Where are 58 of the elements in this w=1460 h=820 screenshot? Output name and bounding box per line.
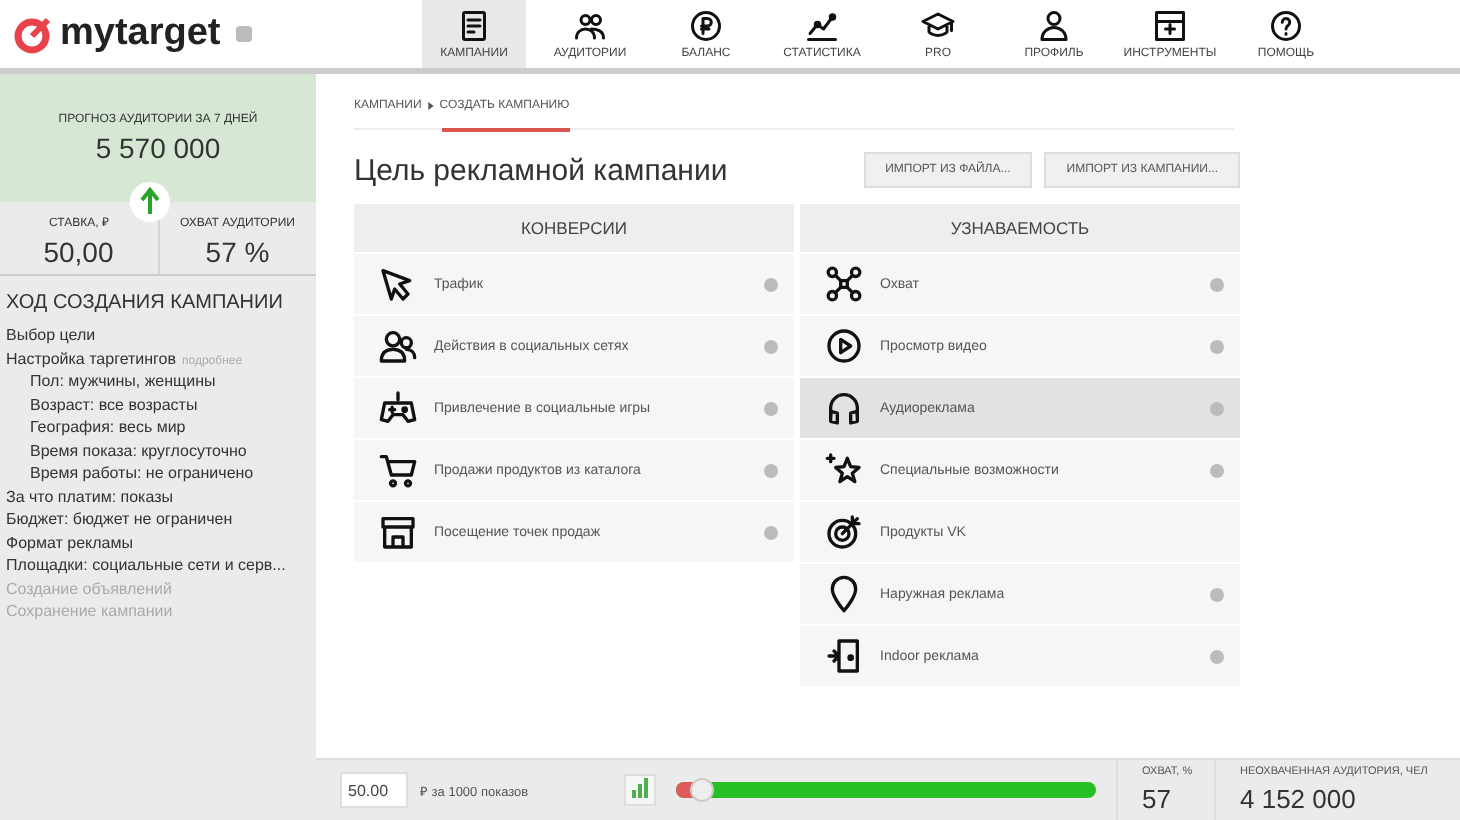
nodes-icon xyxy=(824,264,864,304)
stat-value: 50,00 xyxy=(43,236,114,268)
help-icon[interactable] xyxy=(1210,649,1224,663)
help-icon[interactable] xyxy=(1210,339,1224,353)
tools-icon xyxy=(1152,8,1188,44)
gamepad-icon xyxy=(378,388,418,428)
chart-button[interactable] xyxy=(624,774,656,806)
target-icon xyxy=(824,512,864,552)
progress-step: Время показа: круглосуточно xyxy=(30,441,247,459)
vk-icon xyxy=(236,26,253,42)
progress-step: Возраст: все возрасты xyxy=(30,395,198,413)
slider-thumb[interactable] xyxy=(689,778,714,802)
bid-input[interactable]: 50.00 xyxy=(340,772,408,808)
logo-icon xyxy=(12,14,52,54)
progress-step: Пол: мужчины, женщины xyxy=(30,372,216,390)
headphones-icon xyxy=(824,388,864,428)
help-icon[interactable] xyxy=(764,401,778,415)
triangle-icon xyxy=(427,102,434,110)
progress-step: Выбор цели xyxy=(6,326,96,344)
progress-step: Сохранение кампании xyxy=(6,602,173,620)
progress-step: География: весь мир xyxy=(30,418,186,436)
help-icon[interactable] xyxy=(1210,587,1224,601)
help-icon[interactable] xyxy=(1210,277,1224,291)
people-icon xyxy=(572,8,608,44)
help-icon xyxy=(1268,8,1304,44)
progress-step: Создание объявлений xyxy=(6,579,172,597)
forecast-value: 5 570 000 xyxy=(95,131,221,163)
help-icon[interactable] xyxy=(764,463,778,477)
help-icon[interactable] xyxy=(1210,401,1224,415)
reach-slider[interactable] xyxy=(676,782,1096,798)
logo-text: mytarget xyxy=(60,12,221,56)
person-icon xyxy=(1036,8,1072,44)
store-icon xyxy=(378,512,418,552)
ruble-icon xyxy=(688,8,724,44)
cart-icon xyxy=(378,450,418,490)
social-icon xyxy=(378,326,418,366)
progress-step: Время работы: не ограничено xyxy=(30,464,254,482)
doc-icon xyxy=(456,8,492,44)
help-icon[interactable] xyxy=(764,339,778,353)
door-icon xyxy=(824,636,864,676)
chart-icon xyxy=(804,8,840,44)
help-icon[interactable] xyxy=(1210,463,1224,477)
help-icon[interactable] xyxy=(764,277,778,291)
unreached-value: 4 152 000 xyxy=(1240,784,1358,814)
column-header: КОНВЕРСИИ xyxy=(354,204,794,252)
stat-value: 57 % xyxy=(205,236,270,268)
progress-step: Настройка таргетингов xyxy=(6,349,176,367)
progress-step: Бюджет: бюджет не ограничен xyxy=(6,510,233,528)
reach-value: 57 xyxy=(1142,784,1173,814)
page-title: Цель рекламной кампании xyxy=(354,153,728,187)
help-icon[interactable] xyxy=(764,525,778,539)
column-header: УЗНАВАЕМОСТЬ xyxy=(800,204,1240,252)
progress-step: Формат рекламы xyxy=(6,533,133,551)
progress-step: Площадки: социальные сети и серв... xyxy=(6,556,286,574)
progress-step: За что платим: показы xyxy=(6,487,174,505)
arrow-up-icon xyxy=(130,182,170,222)
progress-title: ХОД СОЗДАНИЯ КАМПАНИИ xyxy=(6,292,285,314)
play-icon xyxy=(824,326,864,366)
